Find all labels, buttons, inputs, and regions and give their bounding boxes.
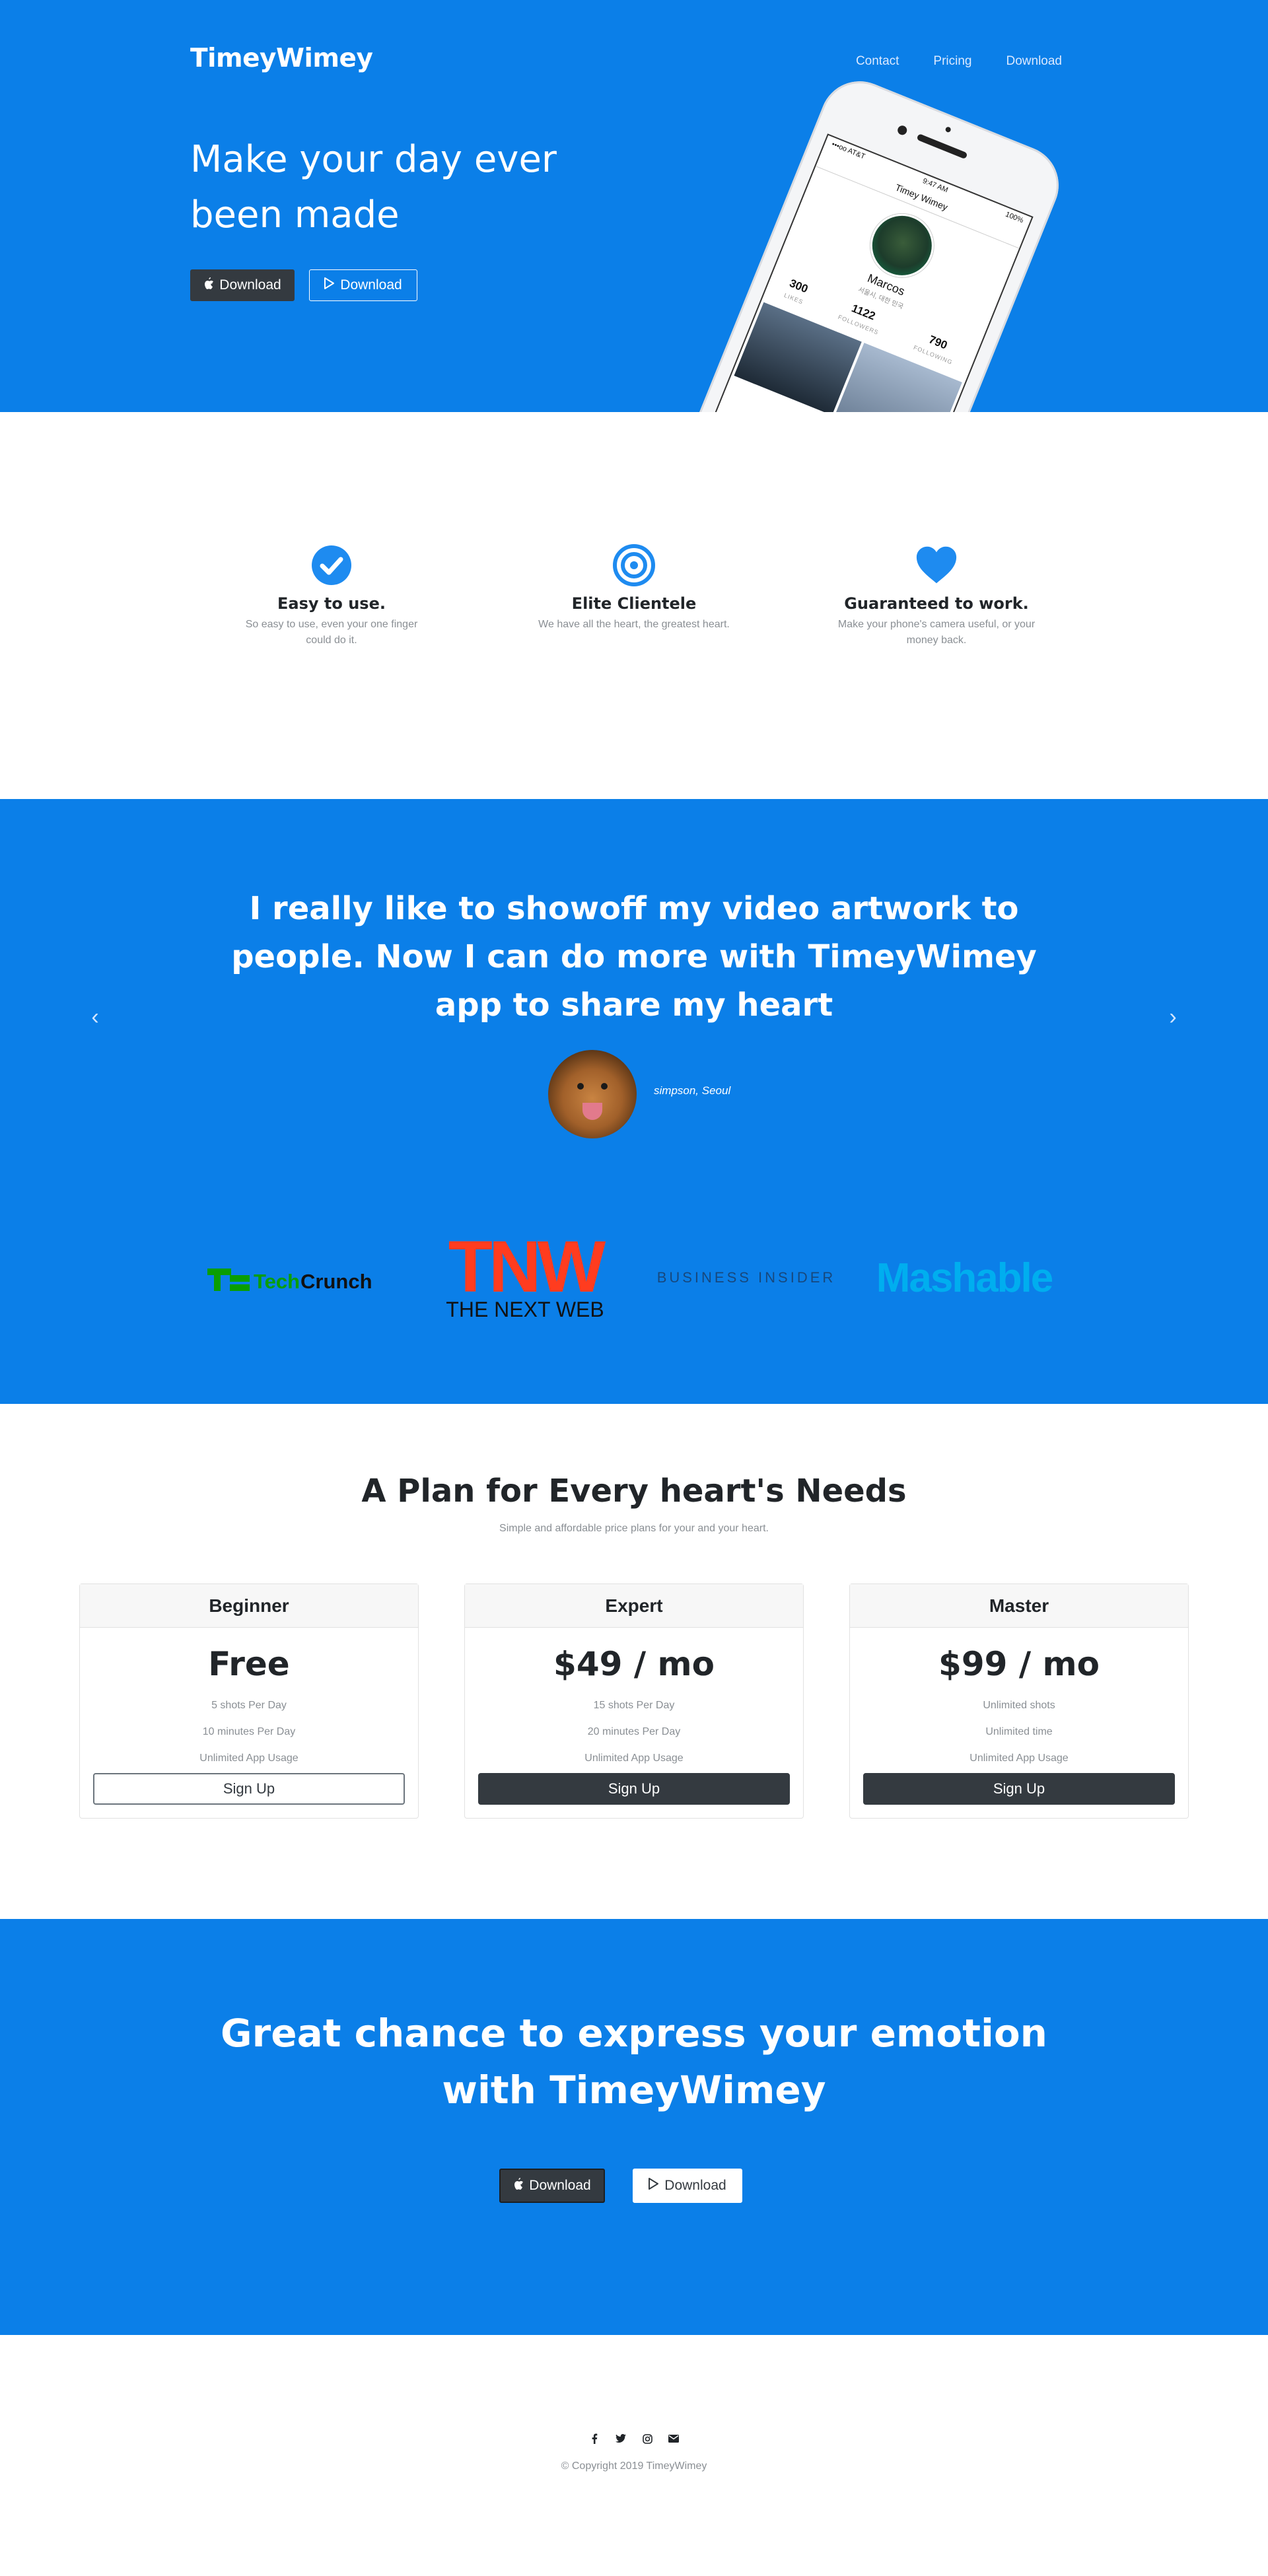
phone-camera [896, 124, 909, 137]
plan-feature: 15 shots Per Day [593, 1700, 675, 1711]
signup-button-beginner[interactable]: Sign Up [93, 1773, 405, 1805]
hero-title: Make your day ever been made [190, 138, 557, 236]
plan-price: $99 / mo [938, 1645, 1100, 1683]
plan-feature: Unlimited shots [983, 1700, 1055, 1711]
avatar-eye [577, 1083, 584, 1090]
main-nav: Contact Pricing Download [856, 54, 1062, 69]
footer: © Copyright 2019 TimeyWimey [0, 2335, 1268, 2576]
cta-app-store-button[interactable]: Download [499, 2169, 605, 2203]
heart-icon [915, 544, 958, 586]
stat-following: 790 FOLLOWING [912, 333, 954, 366]
facebook-icon[interactable] [588, 2433, 600, 2445]
plan-feature: Unlimited App Usage [584, 1753, 684, 1764]
stat-likes: 300 LIKES [783, 277, 810, 306]
feature-text: Make your phone's camera useful, or your… [837, 619, 1036, 646]
feature-guaranteed: Guaranteed to work. Make your phone's ca… [837, 544, 1036, 648]
plan-features: Unlimited shots Unlimited time Unlimited… [850, 1692, 1188, 1772]
press-logo-mashable: Mashable [876, 1255, 1054, 1301]
plan-feature: Unlimited time [985, 1726, 1053, 1737]
feature-text: So easy to use, even your one finger cou… [245, 619, 418, 646]
plan-features: 5 shots Per Day 10 minutes Per Day Unlim… [80, 1692, 418, 1772]
plan-feature: 10 minutes Per Day [202, 1726, 296, 1737]
plan-card-master: Master $99 / mo Unlimited shots Unlimite… [849, 1584, 1189, 1819]
nav-pricing[interactable]: Pricing [933, 54, 971, 69]
cta-app-store-label: Download [529, 2178, 591, 2193]
phone-speaker [916, 133, 968, 160]
play-store-icon [324, 277, 335, 293]
feature-easy: Easy to use. So easy to use, even your o… [232, 544, 431, 648]
plan-price: Free [208, 1645, 290, 1683]
apple-icon [513, 2178, 524, 2194]
social-links [0, 2433, 1268, 2445]
carousel-prev-icon[interactable]: ‹ [82, 1004, 108, 1030]
plan-features: 15 shots Per Day 20 minutes Per Day Unli… [465, 1692, 803, 1772]
brand-logo[interactable]: TimeyWimey [190, 44, 373, 73]
press-logo-techcrunch: Tech Crunch [205, 1235, 403, 1321]
apple-icon [203, 277, 214, 293]
plan-feature: 5 shots Per Day [211, 1700, 287, 1711]
plan-name: Beginner [80, 1584, 418, 1628]
stat-followers: 1122 FOLLOWERS [837, 302, 880, 336]
plan-name: Master [850, 1584, 1188, 1628]
twitter-icon[interactable] [615, 2433, 627, 2445]
cta-section: Great chance to express your emotion wit… [0, 1919, 1268, 2335]
feature-title: Elite Clientele [571, 594, 697, 613]
hero-section: TimeyWimey Contact Pricing Download Make… [0, 0, 1268, 412]
techcrunch-wordmark-b: Crunch [300, 1270, 372, 1293]
pricing-section: A Plan for Every heart's Needs Simple an… [0, 1404, 1268, 1919]
nav-download[interactable]: Download [1006, 54, 1063, 69]
signup-button-expert[interactable]: Sign Up [478, 1773, 790, 1805]
hero-app-store-button[interactable]: Download [190, 269, 295, 301]
cta-play-store-button[interactable]: Download [633, 2169, 742, 2203]
signup-button-master[interactable]: Sign Up [863, 1773, 1175, 1805]
tnw-subtitle: THE NEXT WEB [446, 1298, 604, 1321]
cta-title: Great chance to express your emotion wit… [221, 2011, 1047, 2112]
phone-screen: •••oo AT&T 9:47 AM 100% Timey Wimey Marc… [682, 133, 1034, 412]
tnw-wordmark: TNW [448, 1235, 606, 1307]
check-circle-icon [310, 544, 353, 586]
instagram-icon[interactable] [641, 2433, 653, 2445]
press-logo-business-insider: BUSINESS INSIDER [656, 1269, 836, 1286]
techcrunch-wordmark-a: Tech [254, 1270, 300, 1293]
features-section: Easy to use. So easy to use, even your o… [0, 412, 1268, 799]
plan-feature: Unlimited App Usage [969, 1753, 1069, 1764]
avatar-tongue [582, 1103, 602, 1120]
hero-app-store-label: Download [219, 277, 281, 293]
pricing-title: A Plan for Every heart's Needs [361, 1473, 907, 1510]
play-store-icon [649, 2178, 659, 2194]
target-icon [613, 544, 655, 586]
plan-card-expert: Expert $49 / mo 15 shots Per Day 20 minu… [464, 1584, 804, 1819]
pricing-subtitle: Simple and affordable price plans for yo… [499, 1523, 769, 1534]
plan-name: Expert [465, 1584, 803, 1628]
feature-title: Easy to use. [277, 594, 386, 613]
testimonial-author: simpson, Seoul [654, 1084, 731, 1097]
feature-text: We have all the heart, the greatest hear… [538, 619, 730, 630]
carousel-next-icon[interactable]: › [1160, 1004, 1186, 1030]
plan-card-beginner: Beginner Free 5 shots Per Day 10 minutes… [79, 1584, 419, 1819]
nav-contact[interactable]: Contact [856, 54, 899, 69]
plan-feature: 20 minutes Per Day [587, 1726, 681, 1737]
hero-play-store-button[interactable]: Download [309, 269, 417, 301]
author-avatar [548, 1050, 637, 1138]
envelope-icon[interactable] [668, 2433, 680, 2445]
copyright-text: © Copyright 2019 TimeyWimey [561, 2460, 707, 2472]
feature-elite: Elite Clientele We have all the heart, t… [535, 544, 733, 633]
avatar-eye [601, 1083, 608, 1090]
plan-feature: Unlimited App Usage [199, 1753, 299, 1764]
press-logo-tnw: TNW THE NEXT WEB [423, 1235, 627, 1321]
plan-price: $49 / mo [553, 1645, 715, 1683]
cta-play-store-label: Download [664, 2178, 726, 2193]
feature-title: Guaranteed to work. [844, 594, 1029, 613]
testimonial-section: ‹ › I really like to showoff my video ar… [0, 799, 1268, 1404]
phone-sensor [944, 126, 952, 133]
hero-play-store-label: Download [340, 277, 402, 293]
phone-mockup: •••oo AT&T 9:47 AM 100% Timey Wimey Marc… [659, 69, 1071, 412]
testimonial-quote: I really like to showoff my video artwor… [231, 890, 1037, 1024]
